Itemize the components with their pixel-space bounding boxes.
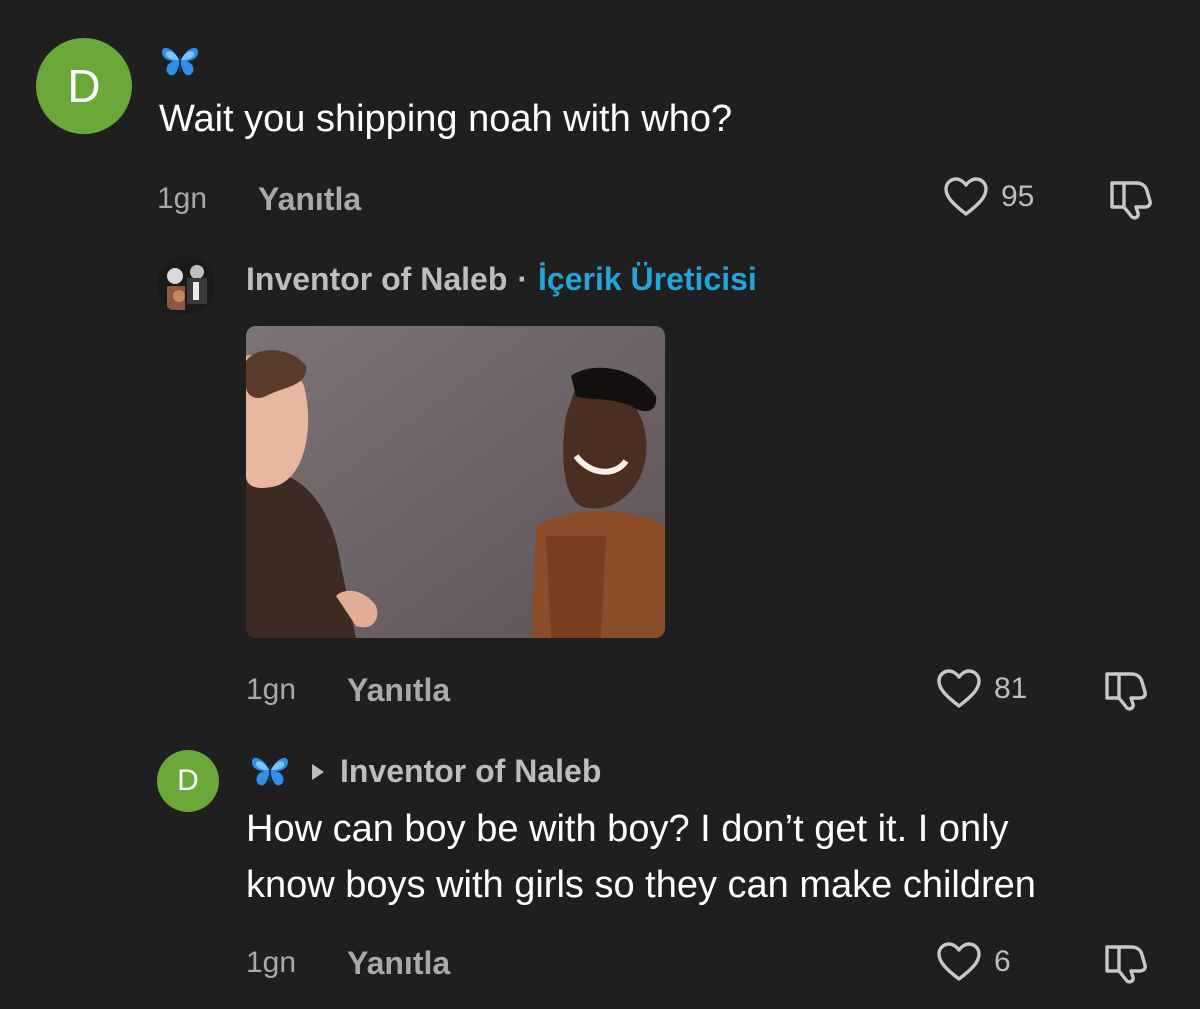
like-button[interactable]: 81	[936, 668, 1027, 710]
reply-button[interactable]: Yanıtla	[347, 945, 450, 982]
separator: ·	[517, 261, 529, 297]
like-count: 81	[994, 672, 1028, 705]
comment-text: know boys with girls so they can make ch…	[246, 864, 1036, 906]
comments-thread: D Wait you shipping noah with who? 1gn Y…	[0, 0, 1200, 1009]
reply-button[interactable]: Yanıtla	[258, 181, 361, 218]
like-count: 6	[994, 945, 1011, 978]
comment-photo[interactable]	[246, 326, 665, 638]
butterfly-icon	[160, 44, 200, 80]
heart-icon	[937, 942, 981, 981]
reply-to: Inventor of Naleb	[310, 753, 601, 790]
dislike-button[interactable]	[1101, 668, 1153, 717]
thumbs-down-icon	[1105, 945, 1147, 984]
comment-time: 1gn	[157, 182, 208, 215]
reply-button[interactable]: Yanıtla	[347, 672, 450, 709]
avatar[interactable]: D	[157, 750, 219, 812]
triangle-right-icon	[312, 763, 324, 780]
comment-text: How can boy be with boy? I don’t get it.…	[246, 808, 1009, 850]
comment-time: 1gn	[246, 946, 297, 979]
author-name[interactable]: Inventor of Naleb	[246, 261, 507, 297]
like-count: 95	[1001, 180, 1035, 213]
like-button[interactable]: 95	[943, 176, 1034, 218]
dislike-button[interactable]	[1106, 177, 1158, 226]
thumbs-down-icon	[1105, 672, 1147, 711]
avatar[interactable]	[157, 256, 215, 314]
thumbs-down-icon	[1110, 181, 1152, 220]
author-line: Inventor of Naleb · İçerik Üreticisi	[246, 261, 757, 298]
comment-time: 1gn	[246, 673, 297, 706]
like-button[interactable]: 6	[936, 941, 1011, 983]
heart-icon	[944, 177, 988, 216]
heart-icon	[937, 669, 981, 708]
avatar[interactable]: D	[36, 38, 132, 134]
reply-to-name[interactable]: Inventor of Naleb	[340, 753, 601, 790]
dislike-button[interactable]	[1101, 941, 1153, 990]
butterfly-icon	[250, 754, 290, 790]
creator-badge: İçerik Üreticisi	[538, 261, 757, 297]
comment-text: Wait you shipping noah with who?	[159, 98, 733, 140]
